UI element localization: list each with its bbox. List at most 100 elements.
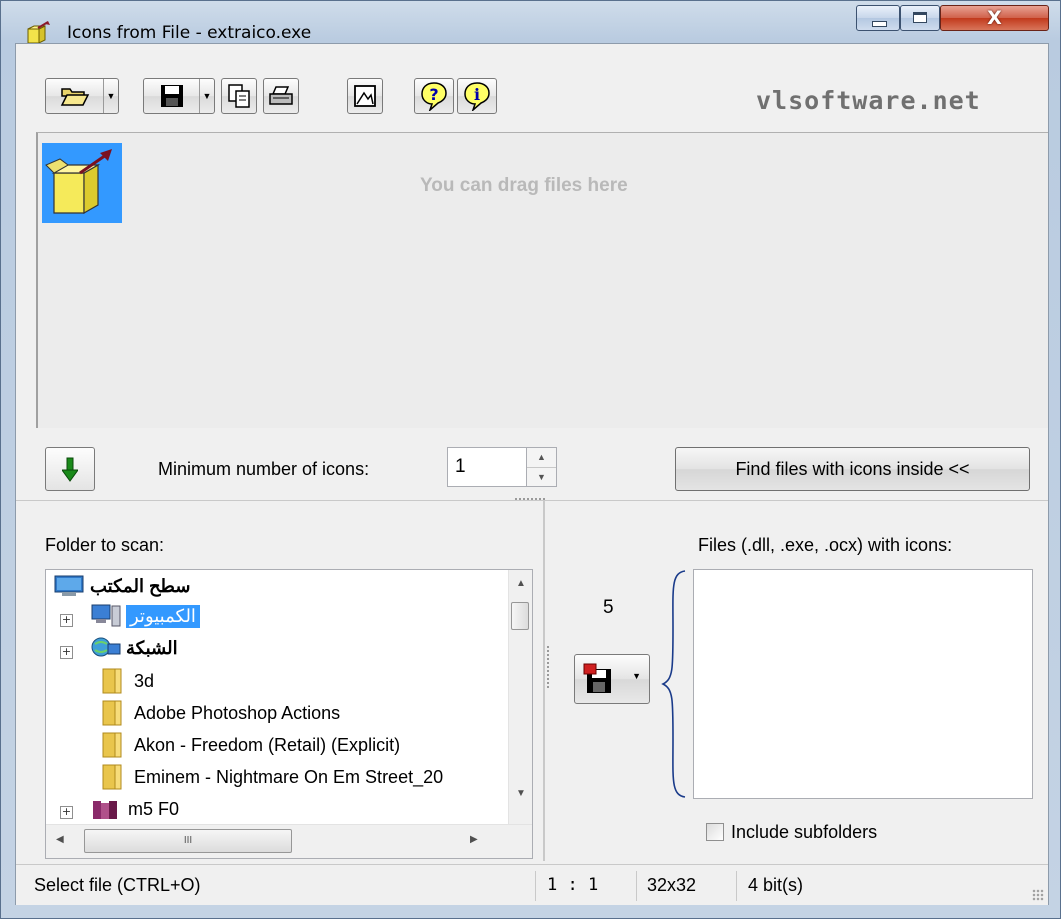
help-icon: ?	[421, 82, 447, 111]
min-icons-spinner[interactable]: ▲ ▼	[527, 447, 557, 487]
print-icon	[269, 86, 293, 105]
open-dropdown-arrow[interactable]: ▼	[103, 79, 118, 113]
save-files-button[interactable]: ▼	[574, 654, 650, 704]
status-icon-size: 32x32	[647, 875, 697, 895]
app-window: Icons from File - extraico.exe X ▼ ▼ ? i…	[0, 0, 1061, 919]
folder-icon	[102, 668, 122, 694]
tree-item-folder[interactable]: Adobe Photoshop Actions	[100, 698, 340, 728]
window-title: Icons from File - extraico.exe	[67, 23, 312, 43]
tree-expander[interactable]: +	[60, 806, 73, 819]
tree-vertical-scrollbar[interactable]: ▲ ▼	[508, 570, 532, 824]
close-icon: X	[987, 7, 1002, 29]
spin-up-icon[interactable]: ▲	[527, 448, 556, 468]
folder-tree[interactable]: سطح المكتب + الكمبيوتر + الشبكة 3d Adobe…	[45, 569, 533, 859]
folder-icon	[102, 700, 122, 726]
resize-grip-icon[interactable]	[1032, 889, 1044, 901]
drag-hint: You can drag files here	[420, 175, 628, 196]
print-button[interactable]	[263, 78, 299, 114]
brand-label: vlsoftware.net	[756, 86, 981, 115]
spin-down-icon[interactable]: ▼	[527, 468, 556, 487]
status-zoom: 1 : 1	[547, 875, 599, 895]
tree-item-label: سطح المكتب	[90, 575, 191, 596]
tree-expander[interactable]: +	[60, 646, 73, 659]
copy-button[interactable]	[221, 78, 257, 114]
save-button[interactable]: ▼	[143, 78, 215, 114]
open-folder-icon	[60, 88, 90, 106]
scroll-right-icon[interactable]: ▶	[470, 834, 478, 845]
min-icons-label: Minimum number of icons:	[158, 459, 370, 479]
files-list[interactable]	[693, 569, 1033, 799]
files-list-label: Files (.dll, .exe, .ocx) with icons:	[698, 535, 953, 555]
about-button[interactable]: i	[457, 78, 497, 114]
svg-text:?: ?	[429, 85, 438, 104]
tree-expander[interactable]: +	[60, 614, 73, 627]
save-files-dropdown-arrow[interactable]: ▼	[632, 671, 641, 681]
maximize-button[interactable]	[900, 5, 940, 31]
tree-item-folder[interactable]: Eminem - Nightmare On Em Street_20	[100, 762, 443, 792]
extraico-box-icon	[45, 149, 112, 215]
tree-item-computer[interactable]: الكمبيوتر	[90, 601, 200, 631]
tree-item-books[interactable]: m5 F0	[90, 794, 179, 824]
scroll-thumb[interactable]: III	[84, 829, 292, 853]
tree-item-label: 3d	[134, 670, 155, 691]
save-dropdown-arrow[interactable]: ▼	[199, 79, 214, 113]
folder-icon	[102, 732, 122, 758]
tree-item-label: Akon - Freedom (Retail) (Explicit)	[134, 734, 401, 755]
tree-item-label: الكمبيوتر	[126, 604, 200, 628]
image-view-icon	[354, 85, 376, 107]
svg-text:i: i	[474, 85, 480, 104]
client-area: ▼ ▼ ? i vlsoftware.net You can drag file…	[15, 43, 1049, 905]
find-files-button[interactable]: Find files with icons inside <<	[675, 447, 1030, 491]
tree-item-label: الشبكة	[126, 637, 178, 658]
status-separator	[736, 871, 737, 901]
icon-drop-area[interactable]: You can drag files here	[36, 132, 1048, 428]
image-view-button[interactable]	[347, 78, 383, 114]
include-subfolders-checkbox[interactable]	[706, 823, 724, 841]
close-button[interactable]: X	[940, 5, 1049, 31]
include-subfolders-label[interactable]: Include subfolders	[731, 822, 877, 843]
scan-controls: Minimum number of icons: 1 ▲ ▼ Find file…	[16, 428, 1048, 500]
scroll-up-icon[interactable]: ▲	[516, 578, 526, 589]
app-icon	[27, 21, 50, 44]
tree-item-network[interactable]: الشبكة	[90, 633, 178, 663]
bottom-panel: Folder to scan: سطح المكتب + الكمبيوتر +…	[16, 500, 1048, 865]
help-button[interactable]: ?	[414, 78, 454, 114]
save-disk-icon	[161, 85, 183, 107]
tree-item-label: Adobe Photoshop Actions	[134, 702, 341, 723]
copy-icon	[228, 84, 250, 108]
open-file-button[interactable]: ▼	[45, 78, 119, 114]
scroll-thumb[interactable]	[511, 602, 529, 630]
folder-pane: Folder to scan: سطح المكتب + الكمبيوتر +…	[16, 501, 545, 861]
status-hint: Select file (CTRL+O)	[34, 875, 201, 895]
status-bar: Select file (CTRL+O) 1 : 1 32x32 4 bit(s…	[16, 864, 1048, 905]
status-color-depth: 4 bit(s)	[748, 875, 804, 895]
status-separator	[636, 871, 637, 901]
title-bar[interactable]: Icons from File - extraico.exe X	[1, 1, 1061, 44]
tree-item-desktop[interactable]: سطح المكتب	[54, 571, 190, 601]
selected-icon-cell[interactable]	[42, 143, 122, 223]
books-icon	[93, 801, 117, 819]
tree-item-folder[interactable]: 3d	[100, 666, 154, 696]
scroll-down-icon[interactable]: ▼	[516, 788, 526, 799]
min-icons-input[interactable]: 1	[447, 447, 527, 487]
status-separator	[535, 871, 536, 901]
tree-item-label: Eminem - Nightmare On Em Street_20	[134, 766, 444, 787]
computer-icon	[91, 604, 121, 627]
minimize-button[interactable]	[856, 5, 900, 31]
tree-item-folder[interactable]: Akon - Freedom (Retail) (Explicit)	[100, 730, 400, 760]
folder-icon	[102, 764, 122, 790]
toolbar: ▼ ▼ ? i vlsoftware.net	[16, 44, 1048, 132]
about-info-icon: i	[464, 82, 490, 111]
files-count: 5	[603, 597, 614, 618]
move-down-button[interactable]	[45, 447, 95, 491]
tree-horizontal-scrollbar[interactable]: ◀ III ▶	[46, 824, 532, 858]
tree-item-label: m5 F0	[128, 798, 180, 819]
curly-brace	[661, 570, 686, 798]
vertical-splitter-grip[interactable]	[547, 646, 552, 688]
green-down-arrow-icon	[62, 457, 78, 482]
files-pane: 5 ▼ Files (.dll, .exe, .ocx) with icons:	[547, 501, 1048, 861]
folder-to-scan-label: Folder to scan:	[45, 535, 165, 555]
desktop-icon	[54, 575, 84, 596]
scroll-left-icon[interactable]: ◀	[56, 834, 64, 845]
network-icon	[91, 637, 121, 657]
